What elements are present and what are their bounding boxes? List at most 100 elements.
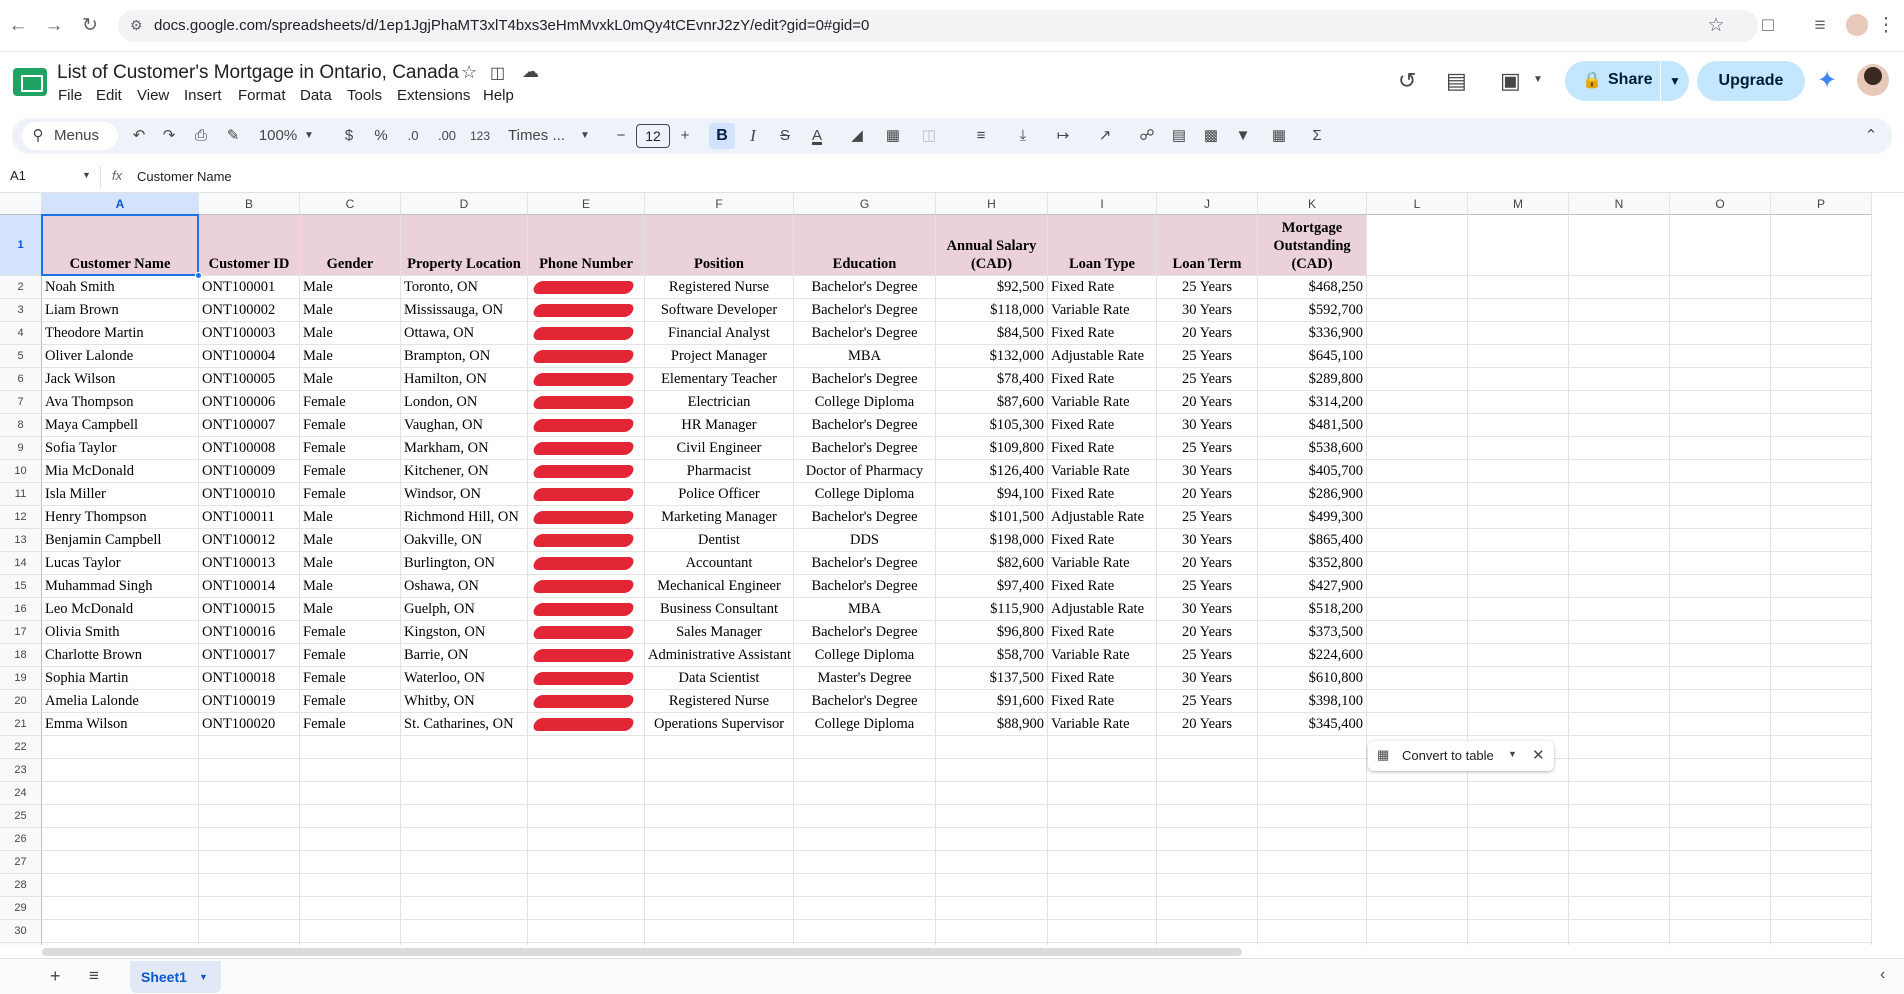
empty-cell[interactable] bbox=[1468, 322, 1569, 345]
empty-cell[interactable] bbox=[794, 759, 936, 782]
table-cell[interactable]: Isla Miller bbox=[42, 483, 199, 506]
table-cell[interactable]: Fixed Rate bbox=[1048, 437, 1157, 460]
empty-cell[interactable] bbox=[42, 782, 199, 805]
empty-cell[interactable] bbox=[1468, 552, 1569, 575]
empty-cell[interactable] bbox=[300, 874, 401, 897]
table-cell[interactable]: Accountant bbox=[645, 552, 794, 575]
header-cell[interactable]: Loan Term bbox=[1157, 215, 1258, 276]
back-icon[interactable]: ← bbox=[6, 14, 30, 38]
row-header-15[interactable]: 15 bbox=[0, 575, 42, 598]
table-cell[interactable]: Whitby, ON bbox=[401, 690, 528, 713]
table-cell[interactable]: ONT100007 bbox=[199, 414, 300, 437]
table-cell[interactable]: 25 Years bbox=[1157, 644, 1258, 667]
header-cell[interactable]: Customer ID bbox=[199, 215, 300, 276]
empty-cell[interactable] bbox=[936, 759, 1048, 782]
empty-cell[interactable] bbox=[1157, 759, 1258, 782]
empty-cell[interactable] bbox=[1771, 943, 1872, 945]
empty-cell[interactable] bbox=[1670, 322, 1771, 345]
empty-cell[interactable] bbox=[1670, 529, 1771, 552]
table-cell[interactable]: 20 Years bbox=[1157, 391, 1258, 414]
horizontal-scrollbar[interactable] bbox=[42, 948, 1242, 956]
empty-cell[interactable] bbox=[1771, 805, 1872, 828]
empty-cell[interactable] bbox=[1670, 690, 1771, 713]
empty-cell[interactable] bbox=[528, 782, 645, 805]
empty-cell[interactable] bbox=[1468, 851, 1569, 874]
sheet-tab-dropdown-icon[interactable]: ▼ bbox=[199, 972, 208, 982]
empty-cell[interactable] bbox=[1670, 368, 1771, 391]
empty-cell[interactable] bbox=[645, 782, 794, 805]
empty-cell[interactable] bbox=[1670, 483, 1771, 506]
empty-cell[interactable] bbox=[1569, 276, 1670, 299]
empty-cell[interactable] bbox=[1367, 621, 1468, 644]
empty-cell[interactable] bbox=[1468, 368, 1569, 391]
table-cell[interactable]: Leo McDonald bbox=[42, 598, 199, 621]
empty-cell[interactable] bbox=[1670, 782, 1771, 805]
zoom-dropdown-icon[interactable]: ▼ bbox=[302, 124, 316, 148]
column-header-l[interactable]: L bbox=[1367, 193, 1468, 215]
horizontal-align-icon[interactable]: ≡ bbox=[966, 124, 996, 148]
empty-cell[interactable] bbox=[1367, 368, 1468, 391]
empty-cell[interactable] bbox=[1771, 483, 1872, 506]
header-cell[interactable]: Mortgage Outstanding (CAD) bbox=[1258, 215, 1367, 276]
empty-cell[interactable] bbox=[199, 828, 300, 851]
convert-to-table-chip[interactable]: ▦ Convert to table ▼ ✕ bbox=[1368, 741, 1554, 771]
table-cell[interactable]: Windsor, ON bbox=[401, 483, 528, 506]
table-cell[interactable]: $97,400 bbox=[936, 575, 1048, 598]
menu-edit[interactable]: Edit bbox=[96, 87, 122, 104]
empty-cell[interactable] bbox=[1569, 345, 1670, 368]
empty-cell[interactable] bbox=[936, 897, 1048, 920]
empty-cell[interactable] bbox=[1771, 667, 1872, 690]
site-info-icon[interactable]: ⚙ bbox=[130, 17, 143, 34]
table-cell[interactable]: Bachelor's Degree bbox=[794, 690, 936, 713]
table-cell[interactable]: ONT100002 bbox=[199, 299, 300, 322]
table-cell[interactable]: Male bbox=[300, 276, 401, 299]
empty-cell[interactable] bbox=[1670, 759, 1771, 782]
column-header-j[interactable]: J bbox=[1157, 193, 1258, 215]
table-cell[interactable]: Civil Engineer bbox=[645, 437, 794, 460]
all-sheets-icon[interactable]: ≡ bbox=[89, 966, 99, 986]
print-icon[interactable]: ⎙ bbox=[190, 124, 212, 148]
empty-cell[interactable] bbox=[1258, 874, 1367, 897]
empty-cell[interactable] bbox=[1048, 759, 1157, 782]
empty-cell[interactable] bbox=[1157, 736, 1258, 759]
empty-cell[interactable] bbox=[1367, 851, 1468, 874]
table-cell[interactable]: ONT100010 bbox=[199, 483, 300, 506]
empty-cell[interactable] bbox=[1670, 345, 1771, 368]
table-cell[interactable]: Ottawa, ON bbox=[401, 322, 528, 345]
decrease-decimal-button[interactable]: .0 bbox=[400, 124, 426, 148]
redacted-phone-cell[interactable] bbox=[528, 552, 645, 575]
header-cell[interactable]: Loan Type bbox=[1048, 215, 1157, 276]
italic-button[interactable]: I bbox=[742, 124, 764, 148]
empty-cell[interactable] bbox=[528, 874, 645, 897]
redacted-phone-cell[interactable] bbox=[528, 483, 645, 506]
table-cell[interactable]: $286,900 bbox=[1258, 483, 1367, 506]
empty-cell[interactable] bbox=[794, 943, 936, 945]
meet-icon[interactable]: ▣ bbox=[1500, 68, 1521, 94]
empty-cell[interactable] bbox=[1157, 874, 1258, 897]
convert-dropdown-icon[interactable]: ▼ bbox=[1508, 749, 1517, 759]
table-cell[interactable]: Administrative Assistant bbox=[645, 644, 794, 667]
empty-cell[interactable] bbox=[1468, 460, 1569, 483]
empty-cell[interactable] bbox=[936, 736, 1048, 759]
table-cell[interactable]: 30 Years bbox=[1157, 598, 1258, 621]
empty-cell[interactable] bbox=[528, 759, 645, 782]
table-cell[interactable]: College Diploma bbox=[794, 644, 936, 667]
empty-cell[interactable] bbox=[401, 805, 528, 828]
empty-cell[interactable] bbox=[1367, 322, 1468, 345]
table-cell[interactable]: ONT100018 bbox=[199, 667, 300, 690]
empty-cell[interactable] bbox=[1569, 667, 1670, 690]
empty-cell[interactable] bbox=[1569, 828, 1670, 851]
empty-cell[interactable] bbox=[1468, 483, 1569, 506]
table-cell[interactable]: Bachelor's Degree bbox=[794, 414, 936, 437]
column-header-o[interactable]: O bbox=[1670, 193, 1771, 215]
table-cell[interactable]: $84,500 bbox=[936, 322, 1048, 345]
table-cell[interactable]: $314,200 bbox=[1258, 391, 1367, 414]
empty-cell[interactable] bbox=[1771, 897, 1872, 920]
table-cell[interactable]: Male bbox=[300, 506, 401, 529]
empty-cell[interactable] bbox=[1771, 299, 1872, 322]
empty-cell[interactable] bbox=[1468, 437, 1569, 460]
table-cell[interactable]: $224,600 bbox=[1258, 644, 1367, 667]
empty-cell[interactable] bbox=[1367, 690, 1468, 713]
empty-cell[interactable] bbox=[1569, 529, 1670, 552]
empty-cell[interactable] bbox=[1157, 943, 1258, 945]
